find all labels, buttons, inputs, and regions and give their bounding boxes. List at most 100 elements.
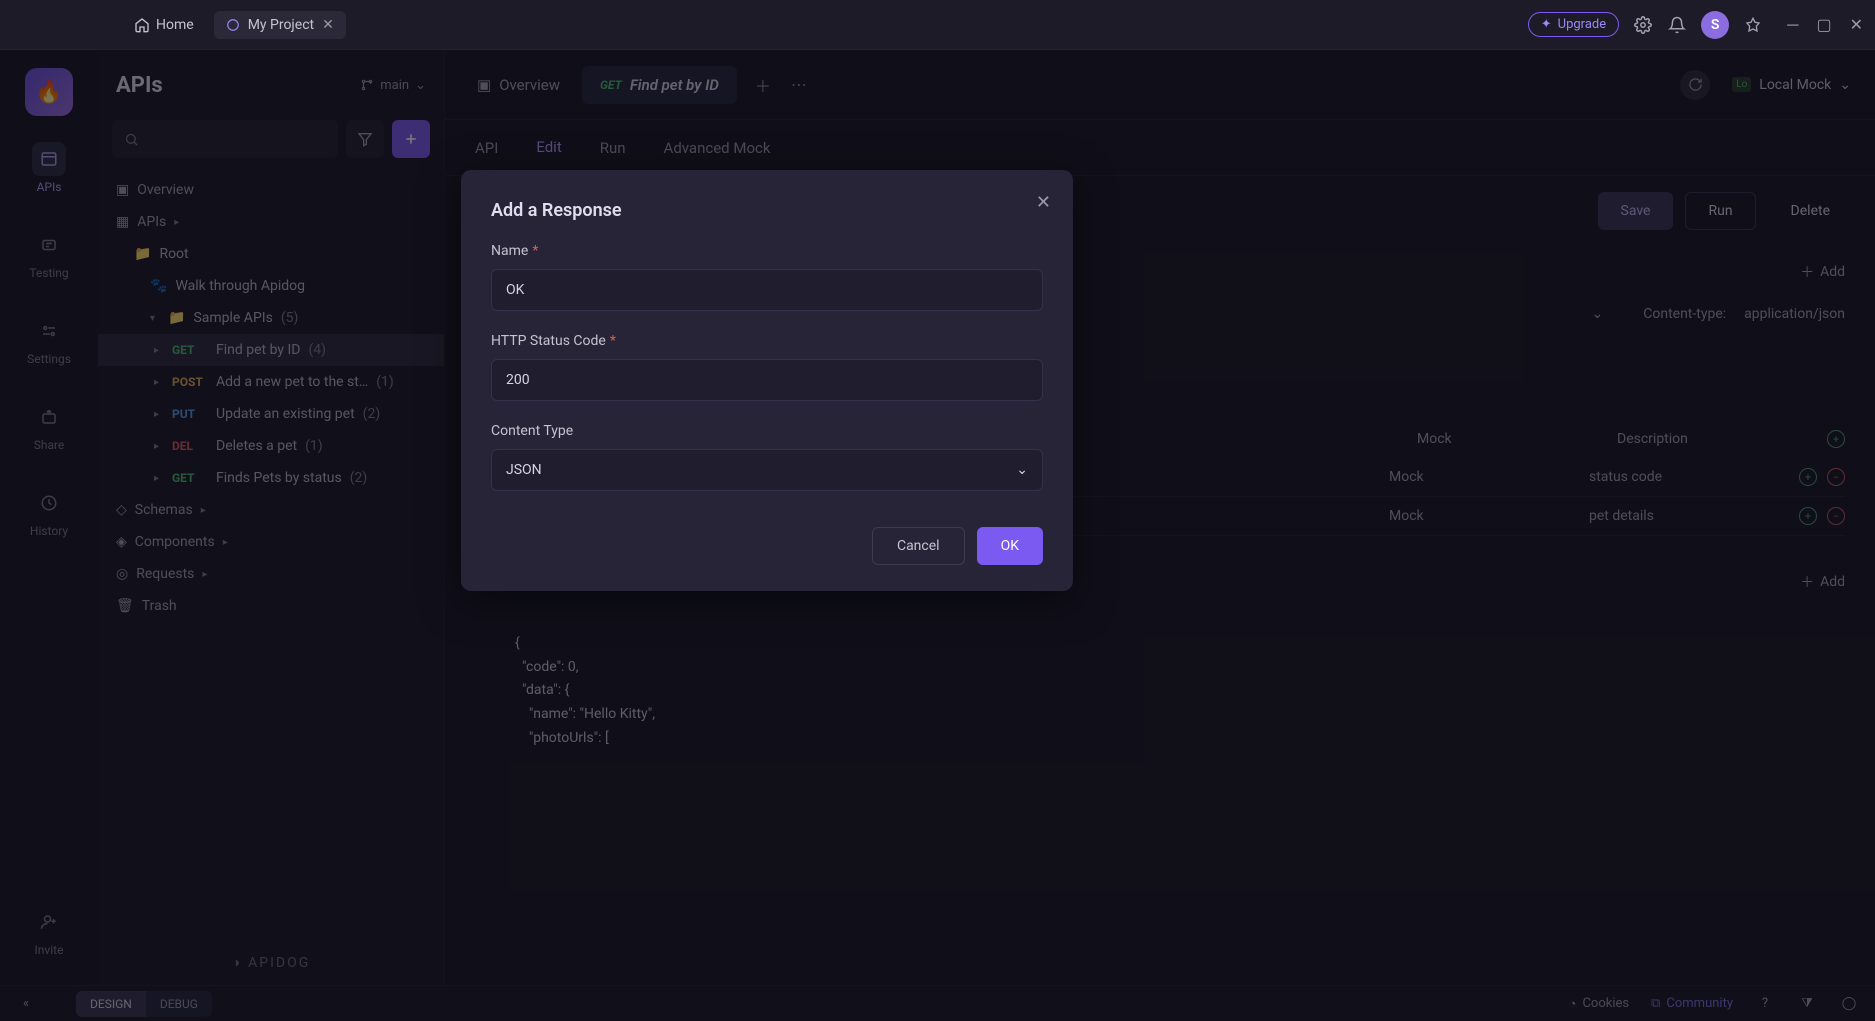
modal-close-button[interactable]: ✕ (1036, 192, 1051, 213)
cell-mock[interactable]: Mock (1389, 469, 1559, 485)
rail-apis-label: APIs (37, 180, 62, 194)
mode-debug[interactable]: DEBUG (146, 991, 212, 1017)
tab-overview-label: Overview (499, 76, 560, 94)
environment-selector[interactable]: Lo Local Mock ⌄ (1722, 71, 1861, 99)
method-badge: GET (172, 343, 208, 357)
status-code-label: HTTP Status Code* (491, 333, 1043, 349)
endpoint-count: (1) (305, 438, 323, 454)
subtab-edit[interactable]: Edit (536, 122, 561, 174)
rail-testing-label: Testing (29, 266, 68, 280)
chevron-right-icon: ▸ (223, 537, 233, 548)
tree-endpoint[interactable]: ▸ POST Add a new pet to the st… (1) (98, 366, 444, 398)
modal-title: Add a Response (491, 200, 1043, 221)
filter-button[interactable] (346, 120, 384, 158)
rail-history[interactable]: History (14, 478, 84, 546)
activity-icon[interactable]: ◯ (1839, 994, 1859, 1014)
tab-endpoint[interactable]: GET Find pet by ID (582, 66, 737, 104)
add-circle-icon[interactable]: + (1827, 430, 1845, 448)
tree-endpoint[interactable]: ▸ PUT Update an existing pet (2) (98, 398, 444, 430)
subtab-api[interactable]: API (475, 123, 498, 173)
left-rail: 🔥 APIs Testing Settings Share (0, 50, 98, 985)
remove-circle-icon[interactable]: − (1827, 468, 1845, 486)
avatar[interactable]: S (1701, 11, 1729, 39)
app-logo[interactable]: 🔥 (25, 68, 73, 116)
cell-mock[interactable]: Mock (1389, 508, 1559, 524)
subtab-run[interactable]: Run (600, 123, 626, 173)
chevron-right-icon: ▸ (201, 505, 211, 516)
plus-icon: ＋ (1800, 262, 1814, 282)
tree-overview[interactable]: ▣ Overview (98, 174, 444, 206)
content-tabbar: ▣ Overview GET Find pet by ID ＋ ⋯ Lo Loc… (445, 50, 1875, 120)
tab-overflow-button[interactable]: ⋯ (783, 69, 815, 101)
tree-schemas[interactable]: ◇ Schemas ▸ (98, 494, 444, 526)
tree-endpoint[interactable]: ▸ GET Find pet by ID (4) (98, 334, 444, 366)
delete-button[interactable]: Delete (1768, 192, 1853, 230)
add-circle-icon[interactable]: + (1799, 507, 1817, 525)
endpoint-count: (2) (363, 406, 381, 422)
remove-circle-icon[interactable]: − (1827, 507, 1845, 525)
community-button[interactable]: ⧉ Community (1651, 996, 1733, 1011)
name-field[interactable] (491, 269, 1043, 311)
filter-status-icon[interactable]: ⧩ (1797, 994, 1817, 1014)
rail-share[interactable]: Share (14, 392, 84, 460)
close-icon[interactable]: ✕ (322, 17, 334, 33)
home-button[interactable]: Home (122, 11, 206, 39)
upgrade-button[interactable]: ✦ Upgrade (1528, 12, 1619, 37)
components-icon: ◈ (116, 534, 127, 550)
status-code-field[interactable] (491, 359, 1043, 401)
tree-apis[interactable]: ▦ APIs ▸ (98, 206, 444, 238)
cancel-button[interactable]: Cancel (872, 527, 965, 565)
mode-design[interactable]: DESIGN (76, 991, 146, 1017)
method-badge: POST (172, 375, 208, 389)
avatar-initial: S (1711, 17, 1720, 33)
history-icon (40, 494, 58, 512)
cookies-button[interactable]: ◔ Cookies (1569, 996, 1630, 1012)
bell-icon[interactable] (1667, 15, 1687, 35)
chevron-down-icon[interactable]: ⌄ (1592, 306, 1604, 322)
ok-button[interactable]: OK (977, 527, 1043, 565)
pin-icon[interactable] (1743, 15, 1763, 35)
mode-toggle[interactable]: DESIGN DEBUG (76, 991, 212, 1017)
gear-icon[interactable] (1633, 15, 1653, 35)
maximize-icon[interactable]: ▢ (1816, 15, 1831, 35)
collapse-icon[interactable]: « (16, 994, 36, 1014)
run-button[interactable]: Run (1685, 192, 1755, 230)
branch-icon (360, 78, 374, 92)
rail-invite[interactable]: Invite (14, 897, 84, 965)
content-type-select[interactable]: JSON ⌄ (491, 449, 1043, 491)
close-window-icon[interactable]: ✕ (1850, 15, 1863, 35)
cell-desc[interactable]: pet details (1589, 508, 1769, 524)
save-button[interactable]: Save (1598, 192, 1674, 230)
tree-schemas-label: Schemas (135, 502, 193, 518)
project-tab-label: My Project (248, 17, 314, 33)
tree-sample-folder[interactable]: ▾ 📁 Sample APIs (5) (98, 302, 444, 334)
search-input[interactable] (112, 120, 338, 158)
branch-selector[interactable]: main ⌄ (360, 78, 426, 93)
add-label: Add (1820, 264, 1845, 280)
tree-endpoint[interactable]: ▸ DEL Deletes a pet (1) (98, 430, 444, 462)
tab-overview[interactable]: ▣ Overview (459, 66, 578, 104)
sidebar: APIs main ⌄ (98, 50, 445, 985)
rail-settings[interactable]: Settings (14, 306, 84, 374)
rail-apis[interactable]: APIs (14, 134, 84, 202)
new-tab-button[interactable]: ＋ (747, 69, 779, 101)
refresh-button[interactable] (1680, 70, 1710, 100)
cookie-icon: ◔ (1569, 996, 1577, 1012)
tree-root-label: Root (159, 246, 188, 262)
new-button[interactable] (392, 120, 430, 158)
tree-walk[interactable]: 🐾 Walk through Apidog (98, 270, 444, 302)
minimize-icon[interactable]: ─ (1787, 15, 1798, 35)
add-circle-icon[interactable]: + (1799, 468, 1817, 486)
tree-requests[interactable]: ◎ Requests ▸ (98, 558, 444, 590)
rail-testing[interactable]: Testing (14, 220, 84, 288)
tree-components[interactable]: ◈ Components ▸ (98, 526, 444, 558)
tree-trash[interactable]: 🗑 Trash (98, 590, 444, 622)
subtab-advanced-mock[interactable]: Advanced Mock (664, 123, 771, 173)
help-icon[interactable]: ? (1755, 994, 1775, 1014)
cell-desc[interactable]: status code (1589, 469, 1769, 485)
tree-endpoint[interactable]: ▸ GET Finds Pets by status (2) (98, 462, 444, 494)
tree-root-folder[interactable]: 📁 Root (98, 238, 444, 270)
invite-icon (40, 913, 58, 931)
project-icon (226, 18, 240, 32)
project-tab[interactable]: My Project ✕ (214, 11, 346, 39)
